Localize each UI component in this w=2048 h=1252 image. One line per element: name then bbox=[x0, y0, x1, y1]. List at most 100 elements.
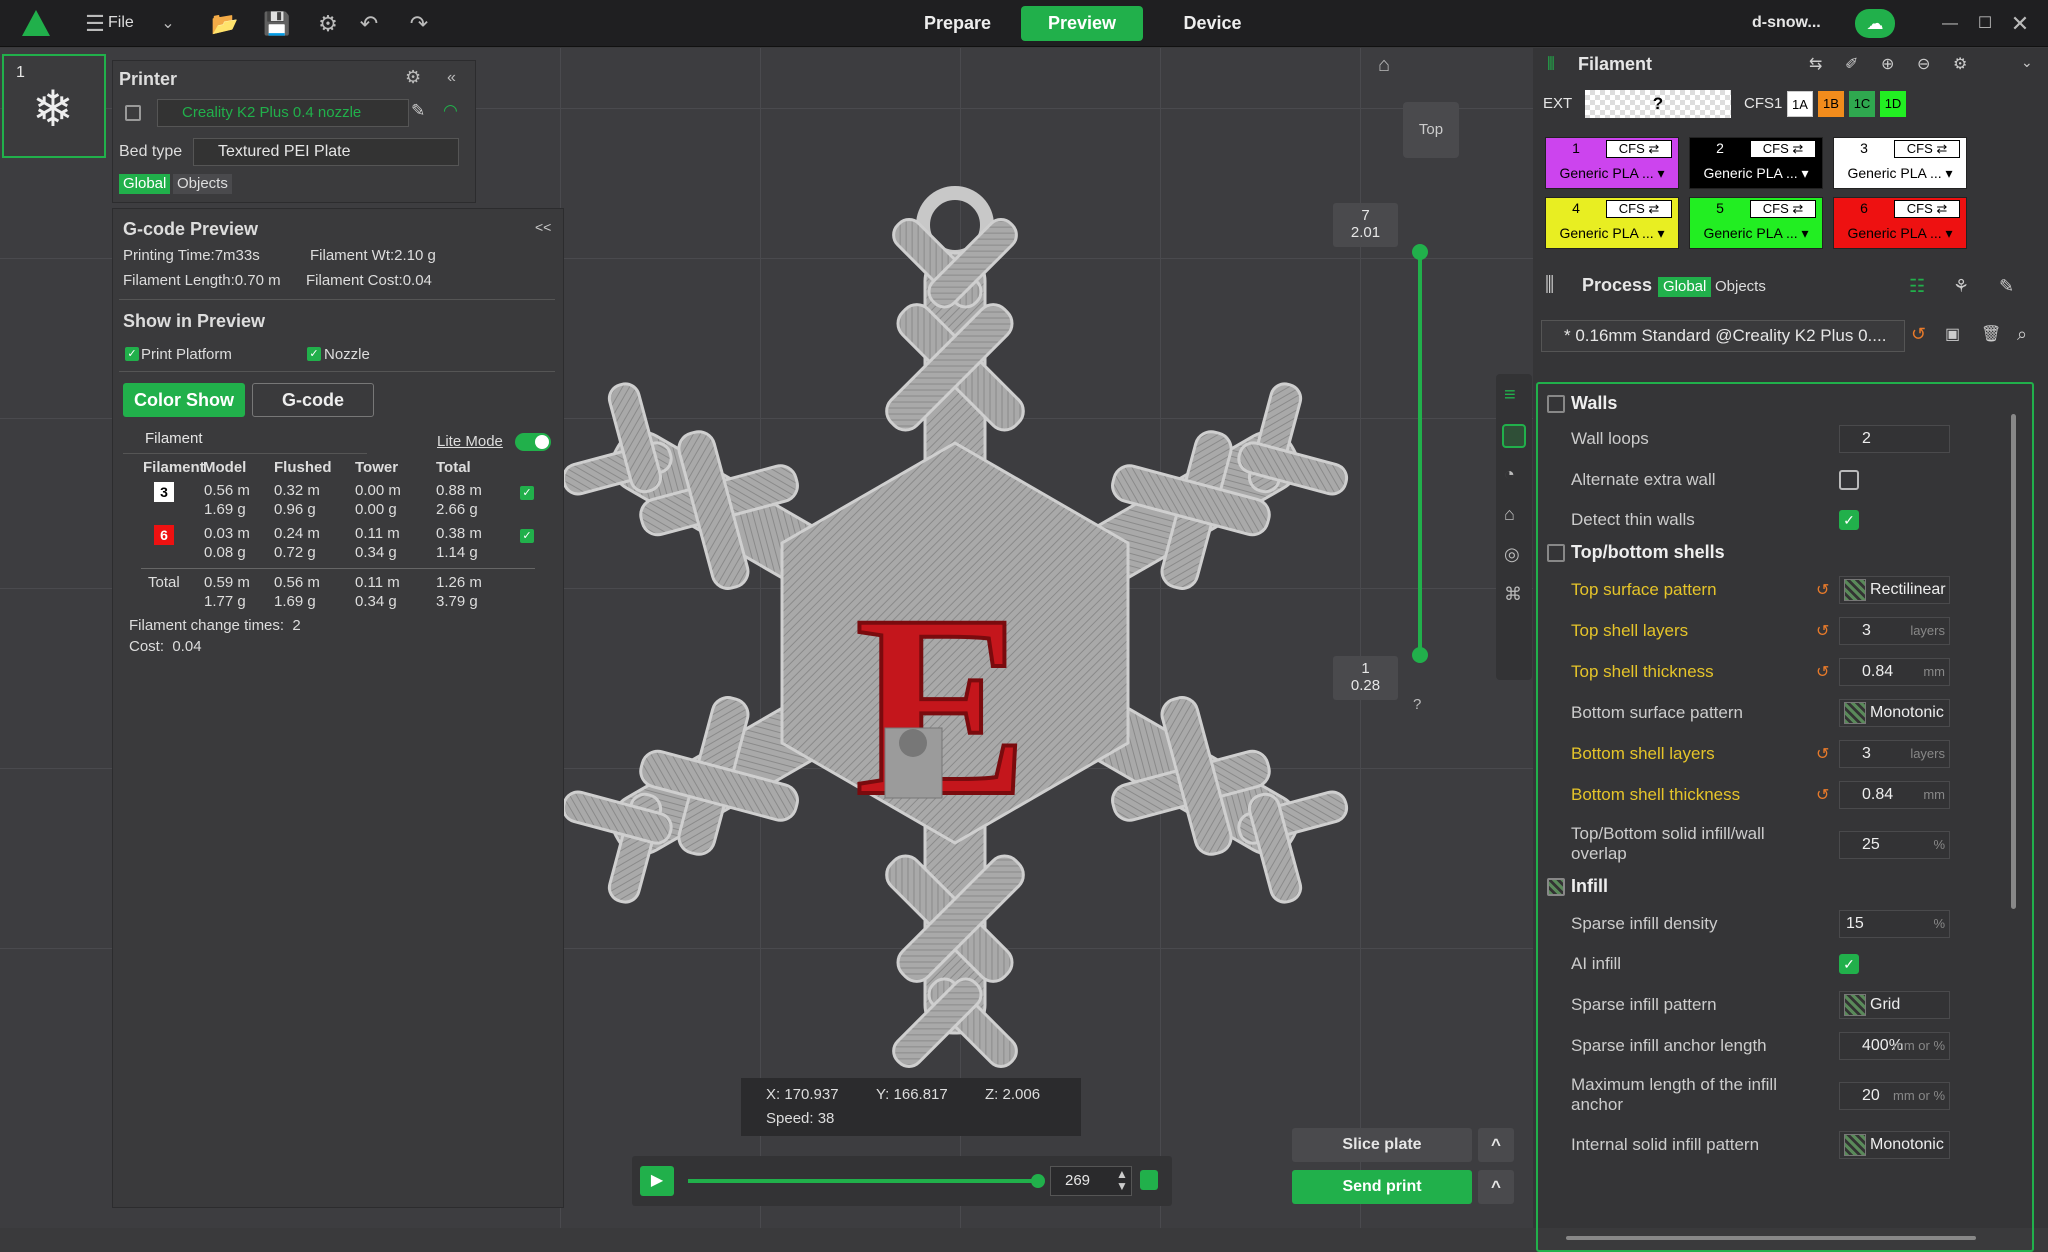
filament-6[interactable]: 6 CFS ⇄ Generic PLA ... ▾ bbox=[1833, 197, 1967, 249]
filament-2[interactable]: 2 CFS ⇄ Generic PLA ... ▾ bbox=[1689, 137, 1823, 189]
target-icon[interactable]: ◎ bbox=[1504, 544, 1520, 565]
collapse-button[interactable]: << bbox=[535, 219, 551, 235]
wifi-icon[interactable]: ◠ bbox=[443, 101, 458, 121]
sparse-infill-density-input[interactable]: 15% bbox=[1839, 910, 1950, 938]
undo-icon[interactable]: ↶ bbox=[354, 9, 384, 39]
slot-1b[interactable]: 1B bbox=[1818, 91, 1844, 117]
edit-icon[interactable]: ✎ bbox=[1999, 276, 2014, 297]
reset-icon[interactable]: ↺ bbox=[1816, 744, 1829, 764]
reset-icon[interactable]: ↺ bbox=[1816, 580, 1829, 600]
compare-icon[interactable]: ⚘ bbox=[1953, 276, 1969, 297]
tab-prepare[interactable]: Prepare bbox=[900, 6, 1015, 41]
save-icon[interactable]: 💾 bbox=[262, 9, 292, 39]
collapse-icon[interactable]: « bbox=[447, 69, 456, 87]
reset-icon[interactable]: ↺ bbox=[1911, 324, 1926, 345]
slot-1d[interactable]: 1D bbox=[1880, 91, 1906, 117]
send-print-button[interactable]: Send print bbox=[1292, 1170, 1472, 1204]
play-button[interactable]: ▶ bbox=[640, 1166, 674, 1196]
bed-type-select[interactable]: Textured PEI Plate bbox=[193, 138, 459, 166]
process-preset-select[interactable]: * 0.16mm Standard @Creality K2 Plus 0...… bbox=[1541, 320, 1905, 352]
view-cube-top[interactable]: Top bbox=[1403, 102, 1459, 158]
sparse-infill-pattern-select[interactable]: Grid bbox=[1839, 991, 1950, 1019]
open-folder-icon[interactable]: 📂 bbox=[210, 9, 240, 39]
anchor-length-input[interactable]: 400% mm or % bbox=[1839, 1032, 1950, 1060]
internal-solid-infill-select[interactable]: Monotonic bbox=[1839, 1131, 1950, 1159]
process-objects-tab[interactable]: Objects bbox=[1715, 277, 1766, 297]
command-icon[interactable]: ⌘ bbox=[1504, 584, 1522, 605]
delete-icon[interactable]: 🗑 bbox=[1981, 324, 2001, 344]
filament-1[interactable]: 1 CFS ⇄ Generic PLA ... ▾ bbox=[1545, 137, 1679, 189]
horizontal-scrollbar[interactable] bbox=[1566, 1236, 1976, 1240]
slot-1a[interactable]: 1A bbox=[1787, 91, 1813, 117]
edit-icon[interactable]: ✎ bbox=[411, 101, 425, 121]
filament-4[interactable]: 4 CFS ⇄ Generic PLA ... ▾ bbox=[1545, 197, 1679, 249]
layers-icon[interactable]: ≡ bbox=[1504, 384, 1516, 407]
alternate-extra-wall-checkbox[interactable] bbox=[1839, 470, 1859, 490]
bottom-shell-thickness-input[interactable]: 0.84 mm bbox=[1839, 781, 1950, 809]
filament-3-visible-checkbox[interactable]: ✓ bbox=[520, 486, 534, 500]
nozzle-checkbox[interactable]: ✓ bbox=[307, 347, 321, 361]
gear-icon[interactable]: ⚙ bbox=[1953, 54, 1967, 74]
slice-plate-button[interactable]: Slice plate bbox=[1292, 1128, 1472, 1162]
add-icon[interactable]: ⊕ bbox=[1881, 54, 1894, 74]
plate-icon[interactable]: ⌂ bbox=[1504, 504, 1515, 525]
sync-icon[interactable]: ⇆ bbox=[1809, 54, 1822, 74]
redo-icon[interactable]: ↷ bbox=[404, 9, 434, 39]
ext-spool[interactable]: ? bbox=[1585, 90, 1731, 118]
detect-thin-walls-checkbox[interactable]: ✓ bbox=[1839, 510, 1859, 530]
layer-stack-icon[interactable] bbox=[1140, 1170, 1158, 1190]
top-shell-layers-input[interactable]: 3 layers bbox=[1839, 617, 1950, 645]
tab-preview[interactable]: Preview bbox=[1021, 6, 1143, 41]
layer-slider-top-handle[interactable] bbox=[1412, 244, 1428, 260]
scope-global-tab[interactable]: Global bbox=[119, 174, 171, 194]
slice-dropdown-button[interactable]: ^ bbox=[1478, 1128, 1514, 1162]
color-show-button[interactable]: Color Show bbox=[123, 383, 245, 417]
brush-icon[interactable]: ✐ bbox=[1845, 54, 1858, 74]
layer-slider-bottom-handle[interactable] bbox=[1412, 647, 1428, 663]
overlap-input[interactable]: 25% bbox=[1839, 831, 1950, 859]
cloud-upload-icon[interactable]: ☁ bbox=[1855, 9, 1895, 38]
list-icon[interactable]: ☷ bbox=[1909, 276, 1925, 297]
close-icon[interactable]: ✕ bbox=[2005, 9, 2035, 39]
minimize-icon[interactable]: — bbox=[1935, 9, 1965, 39]
search-icon[interactable]: ⌕ bbox=[2017, 324, 2027, 345]
save-icon[interactable]: ▣ bbox=[1945, 324, 1960, 344]
gear-icon[interactable]: ⚙ bbox=[405, 67, 421, 88]
user-name[interactable]: d-snow... bbox=[1752, 14, 1821, 32]
scrollbar[interactable] bbox=[2011, 414, 2016, 909]
scope-objects-tab[interactable]: Objects bbox=[173, 174, 232, 194]
feature-view-icon[interactable] bbox=[1502, 424, 1526, 448]
move-slider-track[interactable] bbox=[688, 1179, 1038, 1183]
ai-infill-checkbox[interactable]: ✓ bbox=[1839, 954, 1859, 974]
reset-icon[interactable]: ↺ bbox=[1816, 621, 1829, 641]
move-slider-handle[interactable] bbox=[1031, 1174, 1045, 1188]
filament-3[interactable]: 3 CFS ⇄ Generic PLA ... ▾ bbox=[1833, 137, 1967, 189]
speed-icon[interactable]: ◔ bbox=[1504, 464, 1515, 485]
bottom-shell-layers-input[interactable]: 3 layers bbox=[1839, 740, 1950, 768]
stepper-icon[interactable]: ▲ ▼ bbox=[1116, 1168, 1128, 1192]
max-anchor-input[interactable]: 20 mm or % bbox=[1839, 1082, 1950, 1110]
menu-icon[interactable]: ☰ bbox=[80, 9, 110, 39]
gear-icon[interactable]: ⚙ bbox=[313, 9, 343, 39]
remove-icon[interactable]: ⊖ bbox=[1917, 54, 1930, 74]
send-dropdown-button[interactable]: ^ bbox=[1478, 1170, 1514, 1204]
chevron-down-icon[interactable]: ⌄ bbox=[153, 9, 183, 39]
print-platform-checkbox[interactable]: ✓ bbox=[125, 347, 139, 361]
filament-6-visible-checkbox[interactable]: ✓ bbox=[520, 529, 534, 543]
plate-thumbnail[interactable]: 1 ❄ bbox=[2, 54, 106, 158]
home-icon[interactable]: ⌂ bbox=[1378, 54, 1390, 77]
help-icon[interactable]: ? bbox=[1413, 696, 1421, 713]
snowflake-model[interactable]: E bbox=[555, 143, 1405, 1133]
maximize-icon[interactable]: ☐ bbox=[1970, 9, 2000, 39]
reset-icon[interactable]: ↺ bbox=[1816, 785, 1829, 805]
filament-group-select[interactable]: Filament bbox=[123, 430, 367, 454]
reset-icon[interactable]: ↺ bbox=[1816, 662, 1829, 682]
layer-slider-track[interactable] bbox=[1418, 251, 1422, 655]
printer-select[interactable]: Creality K2 Plus 0.4 nozzle bbox=[157, 99, 409, 127]
gcode-button[interactable]: G-code bbox=[252, 383, 374, 417]
process-global-tab[interactable]: Global bbox=[1658, 277, 1712, 297]
top-shell-thickness-input[interactable]: 0.84 mm bbox=[1839, 658, 1950, 686]
filament-5[interactable]: 5 CFS ⇄ Generic PLA ... ▾ bbox=[1689, 197, 1823, 249]
file-menu[interactable]: File bbox=[108, 14, 134, 32]
wall-loops-input[interactable]: 2 bbox=[1839, 425, 1950, 453]
